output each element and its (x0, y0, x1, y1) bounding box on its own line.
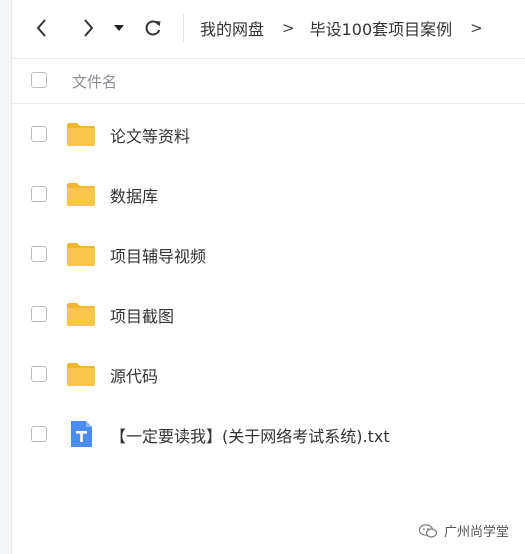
folder-icon (67, 303, 95, 326)
chevron-right-icon (84, 19, 94, 37)
chevron-left-icon (36, 19, 46, 37)
toolbar: 我的网盘 > 毕设100套项目案例 > (12, 0, 525, 56)
name-column-header[interactable]: 文件名 (72, 71, 117, 92)
file-name[interactable]: 论文等资料 (110, 123, 190, 147)
file-row-folder[interactable]: 数据库 (12, 164, 525, 224)
row-checkbox[interactable] (31, 246, 47, 262)
refresh-button[interactable] (139, 14, 167, 42)
folder-icon (67, 243, 95, 266)
refresh-icon (145, 20, 161, 36)
row-checkbox[interactable] (31, 126, 47, 142)
folder-icon (67, 123, 95, 146)
text-document-icon (71, 421, 92, 447)
left-panel-edge (0, 0, 12, 554)
breadcrumb-separator: > (470, 19, 483, 37)
breadcrumb-item-project-cases[interactable]: 毕设100套项目案例 (310, 16, 453, 40)
folder-icon (67, 183, 95, 206)
watermark: 广州尚学堂 (418, 521, 509, 540)
file-name[interactable]: 源代码 (110, 363, 158, 387)
file-browser-window: 我的网盘 > 毕设100套项目案例 > 文件名 论文等资料 数据库 项目辅导视频… (0, 0, 525, 554)
forward-button[interactable] (74, 14, 102, 42)
file-list: 论文等资料 数据库 项目辅导视频 项目截图 源代码 【一定要读我】(关于网络考试… (12, 104, 525, 464)
file-name[interactable]: 项目截图 (110, 303, 174, 327)
file-list-header: 文件名 (12, 58, 525, 104)
folder-icon (67, 363, 95, 386)
row-checkbox[interactable] (31, 366, 47, 382)
row-checkbox[interactable] (31, 426, 47, 442)
file-row-folder[interactable]: 源代码 (12, 344, 525, 404)
file-name[interactable]: 项目辅导视频 (110, 243, 206, 267)
file-row-folder[interactable]: 项目截图 (12, 284, 525, 344)
breadcrumb-item-my-drive[interactable]: 我的网盘 (200, 16, 264, 40)
caret-down-icon (114, 25, 124, 31)
file-name[interactable]: 【一定要读我】(关于网络考试系统).txt (110, 423, 390, 447)
row-checkbox[interactable] (31, 306, 47, 322)
file-row-folder[interactable]: 论文等资料 (12, 104, 525, 164)
wechat-icon (418, 523, 438, 538)
breadcrumb: 我的网盘 > 毕设100套项目案例 > (200, 0, 498, 56)
select-all-checkbox[interactable] (31, 72, 47, 88)
toolbar-divider (183, 14, 184, 42)
file-row-txt[interactable]: 【一定要读我】(关于网络考试系统).txt (12, 404, 525, 464)
breadcrumb-separator: > (282, 19, 295, 37)
history-dropdown-button[interactable] (109, 14, 129, 42)
watermark-text: 广州尚学堂 (443, 525, 509, 540)
row-checkbox[interactable] (31, 186, 47, 202)
file-name[interactable]: 数据库 (110, 183, 158, 207)
back-button[interactable] (28, 14, 56, 42)
file-row-folder[interactable]: 项目辅导视频 (12, 224, 525, 284)
